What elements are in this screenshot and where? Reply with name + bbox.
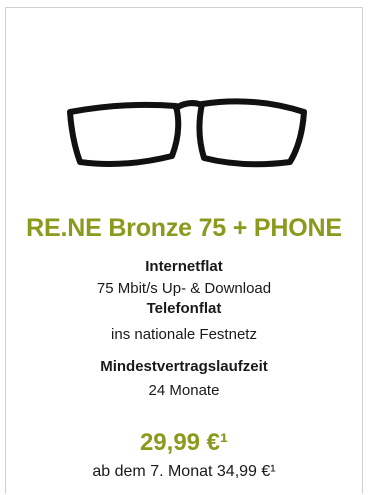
- feature-heading-internet: Internetflat: [145, 258, 223, 275]
- glasses-icon: [67, 98, 307, 168]
- price-after: ab dem 7. Monat 34,99 €¹: [92, 463, 276, 480]
- feature-detail-internet: 75 Mbit/s Up- & Download: [96, 280, 272, 297]
- product-title: RE.NE Bronze 75 + PHONE: [26, 214, 342, 242]
- feature-detail-laufzeit: 24 Monate: [148, 382, 220, 399]
- feature-detail-telefon: ins nationale Festnetz: [111, 326, 257, 343]
- feature-heading-telefon: Telefonflat: [146, 300, 222, 317]
- product-card[interactable]: RE.NE Bronze 75 + PHONE Internetflat 75 …: [5, 7, 363, 494]
- price: 29,99 €¹: [139, 429, 229, 456]
- feature-heading-laufzeit: Mindestvertragslaufzeit: [100, 358, 268, 375]
